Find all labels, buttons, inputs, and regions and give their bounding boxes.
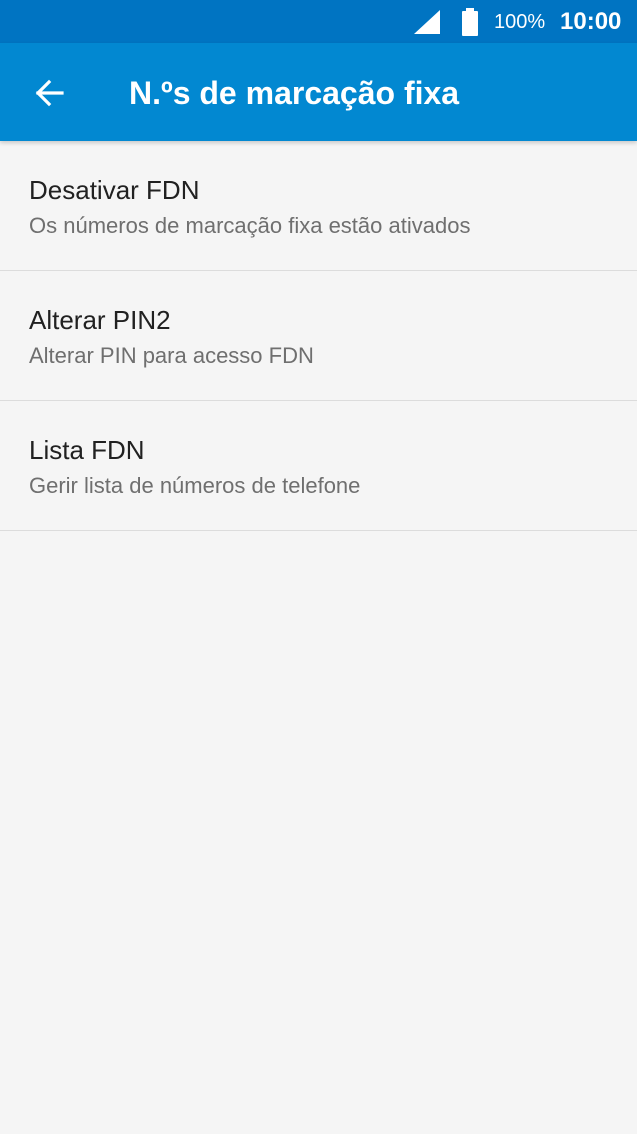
item-title: Desativar FDN [29,175,200,205]
arrow-left-icon [35,79,64,107]
list-item-fdn-list[interactable]: Lista FDN Gerir lista de números de tele… [0,401,637,531]
clock: 10:00 [560,8,622,35]
settings-list: Desativar FDN Os números de marcação fix… [0,141,637,531]
back-button[interactable] [22,65,78,121]
item-subtitle: Alterar PIN para acesso FDN [29,343,314,368]
list-item-change-pin2[interactable]: Alterar PIN2 Alterar PIN para acesso FDN [0,271,637,401]
list-item-disable-fdn[interactable]: Desativar FDN Os números de marcação fix… [0,141,637,271]
app-bar: N.ºs de marcação fixa [0,43,637,141]
battery-percentage: 100% [494,11,546,33]
item-title: Alterar PIN2 [29,305,171,335]
battery-icon [462,8,478,36]
status-bar: 100% 10:00 [0,0,637,43]
item-title: Lista FDN [29,435,145,465]
item-subtitle: Os números de marcação fixa estão ativad… [29,213,471,238]
page-title: N.ºs de marcação fixa [129,75,460,111]
signal-icon [414,10,440,34]
item-subtitle: Gerir lista de números de telefone [29,473,361,498]
